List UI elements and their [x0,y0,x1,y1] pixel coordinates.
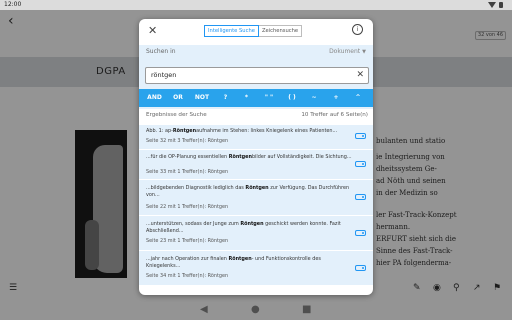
search-mode-toggle: Intelligente Suche Zeichensuche [204,25,303,37]
operator-question[interactable]: ? [215,89,236,107]
result-snippet: ...bildgebenden Diagnostik lediglich das… [146,185,350,198]
result-meta: Seite 32 mit 3 Treffer(n): Röntgen [146,138,229,144]
scope-value: Dokument [329,48,361,55]
result-meta: Seite 34 mit 1 Treffer(n): Röntgen [146,273,229,279]
search-query[interactable]: röntgen [151,68,176,83]
result-snippet: ...unterstützen, sodass der Junge zum Rö… [146,221,341,234]
result-item[interactable]: Abb. 1: ap-Röntgenaufnahme im Stehen: li… [139,125,373,149]
result-item[interactable]: ...unterstützen, sodass der Junge zum Rö… [139,216,373,250]
result-item[interactable]: ...bildgebenden Diagnostik lediglich das… [139,180,373,215]
status-time: 12:00 [4,1,22,8]
result-item[interactable]: ...für die OP-Planung essentiellen Röntg… [139,150,373,179]
results-label: Ergebnisse der Suche [146,112,207,118]
result-snippet: Abb. 1: ap-Röntgenaufnahme im Stehen: li… [146,128,338,134]
operator-fuzzy[interactable]: ~ [303,89,325,107]
operator-bar: AND OR NOT ? * " " ( ) ~ + ^ [139,89,373,107]
result-meta: Seite 23 mit 1 Treffer(n): Röntgen [146,238,229,244]
go-to-result-icon[interactable] [355,194,366,200]
go-to-result-icon[interactable] [355,230,366,236]
operator-or[interactable]: OR [167,89,189,107]
search-input[interactable]: röntgen ✕ [145,67,369,84]
scope-label: Suchen in [146,48,176,55]
battery-icon [499,2,503,8]
scope-dropdown[interactable]: Dokument ▼ [329,48,366,55]
operator-boost[interactable]: ^ [347,89,369,107]
close-icon[interactable]: ✕ [148,24,157,38]
results-count: 10 Treffer auf 6 Seite(n) [301,112,368,118]
result-item[interactable]: ...jahr nach Operation zur finalen Röntg… [139,251,373,285]
go-to-result-icon[interactable] [355,133,366,139]
info-icon[interactable]: i [352,24,363,35]
dialog-header: ✕ Intelligente Suche Zeichensuche i [139,19,373,45]
chevron-down-icon: ▼ [362,49,366,55]
search-dialog: ✕ Intelligente Suche Zeichensuche i Such… [139,19,373,295]
operator-group[interactable]: ( ) [281,89,303,107]
operator-and[interactable]: AND [142,89,167,107]
operator-wildcard[interactable]: * [236,89,257,107]
operator-not[interactable]: NOT [189,89,215,107]
result-snippet: ...für die OP-Planung essentiellen Röntg… [146,154,352,160]
operator-phrase[interactable]: " " [257,89,281,107]
wifi-icon [488,2,496,8]
clear-search-icon[interactable]: ✕ [356,68,364,83]
go-to-result-icon[interactable] [355,265,366,271]
result-snippet: ...jahr nach Operation zur finalen Röntg… [146,256,321,269]
result-meta: Seite 33 mit 1 Treffer(n): Röntgen [146,169,229,175]
go-to-result-icon[interactable] [355,161,366,167]
mode-intelligent-search[interactable]: Intelligente Suche [204,25,259,37]
status-icons [488,2,508,8]
mode-character-search[interactable]: Zeichensuche [258,25,303,37]
status-bar: 12:00 [0,0,512,10]
result-meta: Seite 22 mit 1 Treffer(n): Röntgen [146,204,229,210]
operator-plus[interactable]: + [325,89,347,107]
